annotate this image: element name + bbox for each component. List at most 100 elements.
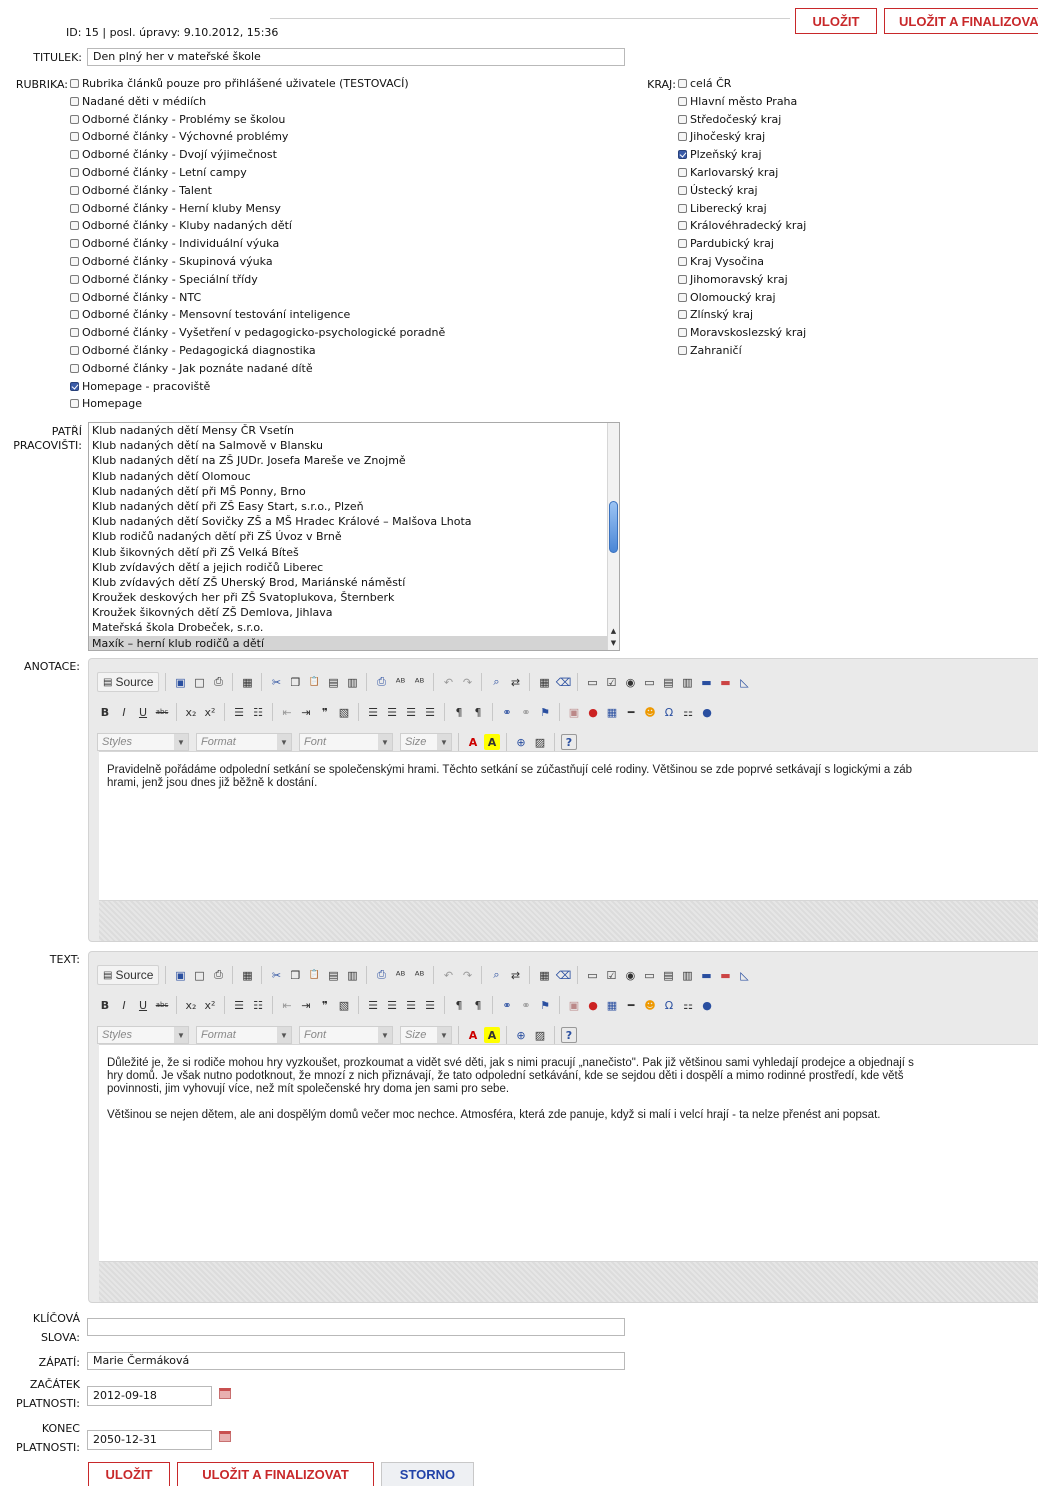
show-blocks-icon[interactable]: ▨ <box>532 734 548 750</box>
kraj-option[interactable]: Pardubický kraj <box>678 235 878 253</box>
rubrika-option[interactable]: Odborné články - Pedagogická diagnostika <box>70 342 570 360</box>
rubrika-checkbox[interactable] <box>70 363 79 373</box>
kraj-option[interactable]: Zahraničí <box>678 342 878 360</box>
italic-icon[interactable]: I <box>116 704 132 720</box>
save-finalize-button-bottom[interactable]: ULOŽIT A FINALIZOVAT <box>177 1462 374 1486</box>
pagebreak-icon[interactable]: ⚏ <box>680 704 696 720</box>
spellcheck-auto-icon[interactable]: ᴬᴮ <box>411 674 427 690</box>
link-icon[interactable]: ⚭ <box>499 704 515 720</box>
form-icon[interactable]: ▭ <box>584 967 600 983</box>
paste-text-icon[interactable]: ▤ <box>325 674 341 690</box>
spellcheck-auto-icon[interactable]: ᴬᴮ <box>411 967 427 983</box>
pracoviste-option[interactable]: Kroužek deskových her při ZŠ Svatoplukov… <box>89 590 607 605</box>
kraj-checkbox[interactable] <box>678 292 687 302</box>
italic-icon[interactable]: I <box>116 997 132 1013</box>
rubrika-checkbox[interactable] <box>70 167 79 177</box>
pracoviste-option[interactable]: Klub nadaných dětí na ZŠ JUDr. Josefa Ma… <box>89 453 607 468</box>
kraj-option[interactable]: Jihočeský kraj <box>678 128 878 146</box>
underline-icon[interactable]: U <box>135 997 151 1013</box>
rubrika-checkbox[interactable] <box>70 114 79 124</box>
pracoviste-scrollbar[interactable]: ▲ ▼ <box>607 423 619 650</box>
rubrika-option[interactable]: Odborné články - Talent <box>70 182 570 200</box>
unlink-icon[interactable]: ⚭ <box>518 997 534 1013</box>
rubrika-option[interactable]: Homepage <box>70 395 570 413</box>
subscript-icon[interactable]: x₂ <box>183 997 199 1013</box>
image-icon[interactable]: ▣ <box>566 997 582 1013</box>
print-icon[interactable]: ⎙ <box>373 674 389 690</box>
pracoviste-option[interactable]: Klub nadaných dětí Sovičky ZŠ a MŠ Hrade… <box>89 514 607 529</box>
size-combo[interactable]: Size ▼ <box>400 733 452 751</box>
kraj-option[interactable]: Plzeňský kraj <box>678 146 878 164</box>
rtl-icon[interactable]: ¶ <box>470 997 486 1013</box>
textarea-icon[interactable]: ▤ <box>660 674 676 690</box>
subscript-icon[interactable]: x₂ <box>183 704 199 720</box>
text-color-icon[interactable]: A <box>465 734 481 750</box>
rubrika-option[interactable]: Odborné články - Letní campy <box>70 164 570 182</box>
select-all-icon[interactable]: ▦ <box>536 967 552 983</box>
anchor-icon[interactable]: ⚑ <box>537 997 553 1013</box>
form-icon[interactable]: ▭ <box>584 674 600 690</box>
copy-icon[interactable]: ❐ <box>287 674 303 690</box>
rubrika-option[interactable]: Odborné články - NTC <box>70 289 570 307</box>
rubrika-option[interactable]: Odborné články - Mensovní testování inte… <box>70 306 570 324</box>
select-icon[interactable]: ▥ <box>679 674 695 690</box>
titulek-input[interactable]: Den plný her v mateřské škole <box>87 48 625 66</box>
rubrika-checkbox[interactable] <box>70 292 79 302</box>
pracoviste-option[interactable]: Kroužek šikovných dětí ZŠ Demlova, Jihla… <box>89 605 607 620</box>
kraj-checkbox[interactable] <box>678 345 687 355</box>
align-right-icon[interactable]: ☰ <box>403 997 419 1013</box>
scroll-up-arrow-icon[interactable]: ▲ <box>608 626 619 636</box>
kraj-checkbox[interactable] <box>678 310 687 320</box>
kraj-option[interactable]: Moravskoslezský kraj <box>678 324 878 342</box>
bold-icon[interactable]: B <box>97 997 113 1013</box>
rubrika-option[interactable]: Rubrika článků pouze pro přihlášené uživ… <box>70 75 570 93</box>
paste-icon[interactable]: 📋 <box>306 967 322 983</box>
new-page-icon[interactable]: □ <box>191 967 207 983</box>
redo-icon[interactable]: ↷ <box>459 967 475 983</box>
font-combo[interactable]: Font ▼ <box>299 1026 393 1044</box>
underline-icon[interactable]: U <box>135 704 151 720</box>
kraj-option[interactable]: Ústecký kraj <box>678 182 878 200</box>
bulleted-list-icon[interactable]: ☷ <box>250 997 266 1013</box>
rubrika-checkbox[interactable] <box>70 381 79 391</box>
indent-icon[interactable]: ⇥ <box>298 704 314 720</box>
rtl-icon[interactable]: ¶ <box>470 704 486 720</box>
strike-icon[interactable]: abc <box>154 704 170 720</box>
kraj-option[interactable]: Karlovarský kraj <box>678 164 878 182</box>
textfield-icon[interactable]: ▭ <box>641 967 657 983</box>
pracoviste-option[interactable]: Klub nadaných dětí při ZŠ Easy Start, s.… <box>89 499 607 514</box>
cut-icon[interactable]: ✂ <box>268 967 284 983</box>
kraj-checkbox[interactable] <box>678 256 687 266</box>
outdent-icon[interactable]: ⇤ <box>279 997 295 1013</box>
rubrika-checkbox[interactable] <box>70 96 79 106</box>
kraj-checkbox[interactable] <box>678 96 687 106</box>
save-button-bottom[interactable]: ULOŽIT <box>88 1462 170 1486</box>
button-icon[interactable]: ▬ <box>698 674 714 690</box>
find-icon[interactable]: ⌕ <box>488 674 504 690</box>
rubrika-checkbox[interactable] <box>70 185 79 195</box>
align-center-icon[interactable]: ☰ <box>384 997 400 1013</box>
styles-combo[interactable]: Styles ▼ <box>97 733 189 751</box>
undo-icon[interactable]: ↶ <box>440 674 456 690</box>
redo-icon[interactable]: ↷ <box>459 674 475 690</box>
kraj-checkbox[interactable] <box>678 274 687 284</box>
rubrika-option[interactable]: Odborné články - Výchovné problémy <box>70 128 570 146</box>
pracoviste-option[interactable]: Klub nadaných dětí Mensy ČR Vsetín <box>89 423 607 438</box>
rubrika-checkbox[interactable] <box>70 256 79 266</box>
kraj-checkbox[interactable] <box>678 150 687 160</box>
hline-icon[interactable]: ━ <box>623 997 639 1013</box>
zacatek-platnosti-input[interactable]: 2012-09-18 <box>87 1386 212 1406</box>
replace-icon[interactable]: ⇄ <box>507 967 523 983</box>
kraj-option[interactable]: Zlínský kraj <box>678 306 878 324</box>
kraj-option[interactable]: celá ČR <box>678 75 878 93</box>
kraj-option[interactable]: Hlavní město Praha <box>678 93 878 111</box>
source-button[interactable]: ▤ Source <box>97 672 160 692</box>
kraj-checkbox[interactable] <box>678 114 687 124</box>
size-combo[interactable]: Size ▼ <box>400 1026 452 1044</box>
superscript-icon[interactable]: x² <box>202 704 218 720</box>
flash-icon[interactable]: ● <box>585 704 601 720</box>
new-page-icon[interactable]: □ <box>191 674 207 690</box>
rubrika-checkbox[interactable] <box>70 399 79 409</box>
pracoviste-option[interactable]: Maxík – herní klub rodičů a dětí <box>89 635 607 650</box>
pracoviste-option[interactable]: Klub rodičů nadaných dětí při ZŠ Úvoz v … <box>89 529 607 544</box>
